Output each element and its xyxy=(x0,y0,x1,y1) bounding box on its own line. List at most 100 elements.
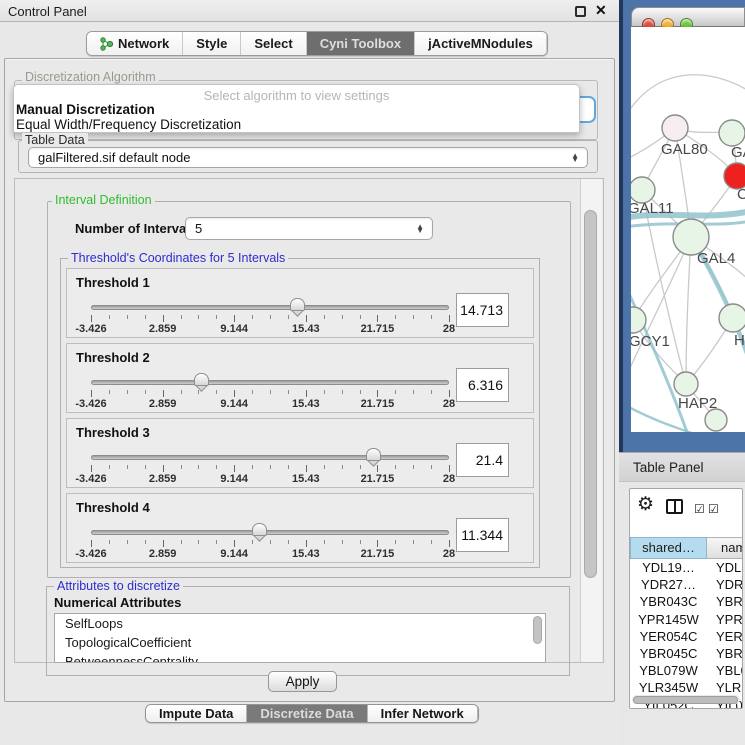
tab-network[interactable]: Network xyxy=(87,32,183,55)
panel-title: Control Panel xyxy=(8,4,87,19)
tick-mark xyxy=(431,390,432,394)
slider-track[interactable] xyxy=(91,380,449,385)
attribute-item-selfloops[interactable]: SelfLoops xyxy=(55,614,545,633)
tab-discretize-data[interactable]: Discretize Data xyxy=(247,705,367,722)
tab-jactivemnodules[interactable]: jActiveMNodules xyxy=(415,32,547,55)
slider-track[interactable] xyxy=(91,455,449,460)
cell-shared-name[interactable]: YBL079W xyxy=(630,663,707,680)
tab-label: Cyni Toolbox xyxy=(320,36,401,51)
network-node[interactable] xyxy=(705,409,727,431)
close-icon[interactable]: ✕ xyxy=(595,2,607,19)
slider-thumb[interactable] xyxy=(366,448,381,468)
table-row[interactable]: YBL079WYBL0 xyxy=(630,663,743,680)
cell-shared-name[interactable]: YDR27… xyxy=(630,577,707,594)
number-of-intervals-combobox[interactable]: 5 ▲▼ xyxy=(185,217,433,240)
table-data-combobox[interactable]: galFiltered.sif default node ▲▼ xyxy=(28,147,588,168)
slider-track[interactable] xyxy=(91,305,449,310)
cell-shared-name[interactable]: YBR043C xyxy=(630,594,707,611)
tab-cyni-toolbox[interactable]: Cyni Toolbox xyxy=(307,32,415,55)
tick-mark xyxy=(234,465,235,472)
cell-shared-name[interactable]: YER054C xyxy=(630,629,707,646)
tick-mark xyxy=(288,465,289,469)
tick-mark xyxy=(198,540,199,544)
scrollbar-thumb[interactable] xyxy=(584,210,597,578)
attribute-item-topologicalcoefficient[interactable]: TopologicalCoefficient xyxy=(55,633,545,652)
cell-name[interactable]: YDR2 xyxy=(707,577,743,594)
float-window-icon[interactable] xyxy=(575,6,586,17)
tab-impute-data[interactable]: Impute Data xyxy=(146,705,247,722)
tick-label: 2.859 xyxy=(149,398,177,410)
tick-mark xyxy=(377,540,378,547)
tick-label: 21.715 xyxy=(361,398,395,410)
column-header-shared-name[interactable]: shared… xyxy=(630,537,707,559)
cell-name[interactable]: YBL0 xyxy=(707,663,743,680)
tab-infer-network[interactable]: Infer Network xyxy=(368,705,478,722)
number-of-intervals-label: Number of Intervals xyxy=(75,221,197,236)
table-row[interactable]: YPR145WYPR1 xyxy=(630,612,743,629)
cell-name[interactable]: YDL1 xyxy=(707,560,743,577)
checkbox-checked-icon[interactable]: ☑ xyxy=(708,502,719,516)
tick-mark xyxy=(342,315,343,319)
cell-shared-name[interactable]: YBR045C xyxy=(630,646,707,663)
tab-style[interactable]: Style xyxy=(183,32,241,55)
tick-mark xyxy=(163,390,164,397)
tick-mark xyxy=(234,315,235,322)
cell-name[interactable]: YPR1 xyxy=(707,612,743,629)
network-node[interactable] xyxy=(719,304,745,332)
cell-name[interactable]: YBR0 xyxy=(707,646,743,663)
threshold-value-field[interactable]: 21.4 xyxy=(456,443,509,477)
horizontal-scrollbar-thumb[interactable] xyxy=(633,696,738,704)
spinner-arrows-icon: ▲▼ xyxy=(416,225,424,233)
algorithm-group-title: Discretization Algorithm xyxy=(22,70,159,84)
tick-mark xyxy=(163,315,164,322)
list-scrollbar[interactable] xyxy=(533,616,542,644)
network-node[interactable] xyxy=(662,115,688,141)
cell-name[interactable]: YBR0 xyxy=(707,594,743,611)
tick-label: 2.859 xyxy=(149,473,177,485)
tick-mark xyxy=(145,315,146,319)
dropdown-option-manual-discretization[interactable]: Manual Discretization xyxy=(14,102,579,117)
cell-name[interactable]: YER0 xyxy=(707,629,743,646)
tick-mark xyxy=(306,390,307,397)
tab-label: Select xyxy=(254,36,292,51)
apply-button[interactable]: Apply xyxy=(268,671,337,692)
attribute-item-betweennesscentrality[interactable]: BetweennessCentrality xyxy=(55,652,545,663)
slider-thumb[interactable] xyxy=(194,373,209,393)
cell-shared-name[interactable]: YPR145W xyxy=(630,612,707,629)
network-node[interactable] xyxy=(719,120,745,146)
threshold-label: Threshold 3 xyxy=(76,425,150,440)
table-row[interactable]: YER054CYER0 xyxy=(630,629,743,646)
threshold-value-field[interactable]: 11.344 xyxy=(456,518,509,552)
network-node[interactable] xyxy=(674,372,698,396)
table-row[interactable]: YDL19…YDL1 xyxy=(630,560,743,577)
table-row[interactable]: YBR045CYBR0 xyxy=(630,646,743,663)
slider-thumb[interactable] xyxy=(290,298,305,318)
tick-mark xyxy=(449,540,450,547)
table-row[interactable]: YBR043CYBR0 xyxy=(630,594,743,611)
checkbox-checked-icon[interactable]: ☑ xyxy=(694,502,705,516)
node-label: GAL4 xyxy=(697,250,735,267)
threshold-value-field[interactable]: 6.316 xyxy=(456,368,509,402)
horizontal-scrollbar[interactable] xyxy=(632,695,740,704)
threshold-value-field[interactable]: 14.713 xyxy=(456,293,509,327)
slider-thumb[interactable] xyxy=(252,523,267,543)
tick-label: 9.144 xyxy=(220,323,248,335)
tick-mark xyxy=(270,315,271,319)
split-columns-icon[interactable] xyxy=(666,499,683,514)
slider-track[interactable] xyxy=(91,530,449,535)
tick-mark xyxy=(413,390,414,394)
table-row[interactable]: YDR27…YDR2 xyxy=(630,577,743,594)
dropdown-option-equal-width-frequency-discretization[interactable]: Equal Width/Frequency Discretization xyxy=(14,117,579,132)
network-view-canvas[interactable]: GAL80GACGAL11GAL4GCY1HHAP2 xyxy=(631,27,745,432)
tick-mark xyxy=(270,540,271,544)
column-header-name[interactable]: name xyxy=(707,537,743,559)
numerical-attributes-list[interactable]: SelfLoopsTopologicalCoefficientBetweenne… xyxy=(54,613,546,663)
tick-label: 2.859 xyxy=(149,323,177,335)
table-data-group-title: Table Data xyxy=(22,133,88,147)
tick-mark xyxy=(145,465,146,469)
gear-icon[interactable]: ⚙ xyxy=(637,493,654,516)
tab-select[interactable]: Select xyxy=(241,32,306,55)
cell-shared-name[interactable]: YDL19… xyxy=(630,560,707,577)
tick-mark xyxy=(377,315,378,322)
tick-mark xyxy=(431,315,432,319)
